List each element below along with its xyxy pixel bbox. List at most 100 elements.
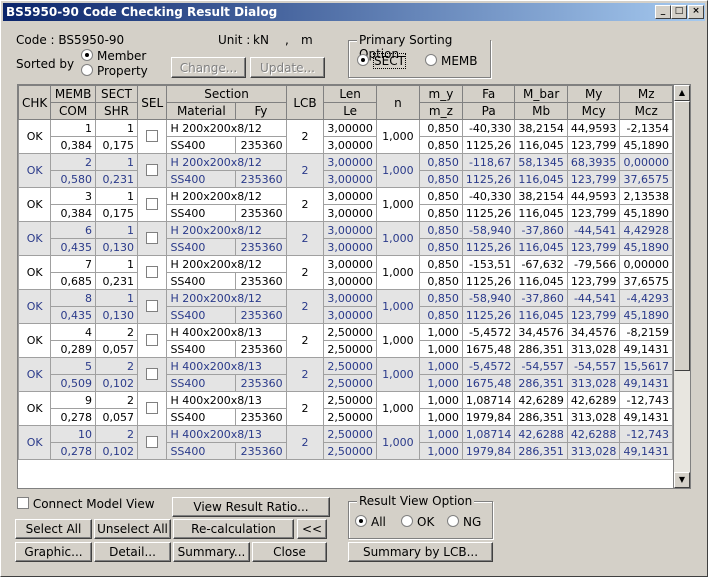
select-checkbox[interactable]: [146, 197, 159, 210]
fa-cell: 1,08714: [461, 391, 516, 409]
col-mzv[interactable]: Mz: [619, 85, 673, 103]
sort-sect-radio[interactable]: SECT: [357, 53, 406, 69]
col-mbar[interactable]: M_bar: [514, 85, 568, 103]
close-window-button[interactable]: ×: [688, 5, 704, 19]
sort-memb-radio[interactable]: MEMB: [425, 54, 478, 68]
shr-cell: 0,231: [94, 272, 139, 290]
view-all-radio[interactable]: All: [355, 515, 386, 529]
select-checkbox[interactable]: [146, 129, 159, 142]
col-shr[interactable]: SHR: [94, 102, 139, 120]
collapse-button[interactable]: <<: [297, 519, 327, 539]
table-row[interactable]: OK 9 2 H 400x200x8/13 2 2,50000 1,000 1,000 1,08…: [18, 391, 673, 426]
update-button[interactable]: Update...: [250, 57, 325, 78]
col-pa[interactable]: Pa: [461, 102, 516, 120]
col-mcy[interactable]: Mcy: [566, 102, 621, 120]
sort-property-radio[interactable]: Property: [81, 64, 148, 78]
table-row-sub[interactable]: 0,278 0,057 SS400 235360 2,50000 1,000 1979,84…: [19, 408, 673, 426]
col-myv[interactable]: My: [566, 85, 621, 103]
mz-cell: 1,000: [418, 374, 463, 392]
scroll-thumb[interactable]: [674, 101, 690, 371]
check-status: OK: [18, 221, 52, 256]
table-row-sub[interactable]: 0,289 0,057 SS400 235360 2,50000 1,000 1675,48…: [19, 340, 673, 358]
le-cell: 2,50000: [323, 340, 377, 358]
maximize-button[interactable]: □: [671, 5, 687, 19]
col-lcb[interactable]: LCB: [285, 85, 325, 120]
table-row-sub[interactable]: 0,435 0,130 SS400 235360 3,00000 0,850 1125,26…: [19, 238, 673, 256]
mz-cell: 0,850: [418, 170, 463, 188]
select-checkbox[interactable]: [146, 299, 159, 312]
col-len[interactable]: Len: [323, 85, 377, 103]
select-checkbox[interactable]: [146, 231, 159, 244]
select-checkbox[interactable]: [146, 333, 159, 346]
col-section[interactable]: Section: [166, 85, 287, 103]
summary-button[interactable]: Summary...: [173, 542, 250, 562]
col-fy[interactable]: Fy: [235, 102, 287, 120]
view-ng-radio[interactable]: NG: [447, 515, 481, 529]
col-my[interactable]: m_y: [418, 85, 463, 103]
detail-button[interactable]: Detail...: [94, 542, 171, 562]
table-row[interactable]: OK 8 1 H 200x200x8/12 2 3,00000 1,000 0,850 -58,…: [18, 289, 673, 324]
table-row-sub[interactable]: 0,685 0,231 SS400 235360 3,00000 0,850 1125,26…: [19, 272, 673, 290]
sort-member-radio[interactable]: Member: [81, 49, 146, 63]
view-ok-radio[interactable]: OK: [401, 515, 434, 529]
col-mz[interactable]: m_z: [418, 102, 463, 120]
radio-dot-icon: [447, 515, 459, 527]
col-n[interactable]: n: [375, 85, 420, 120]
close-button[interactable]: Close: [252, 542, 327, 562]
table-row[interactable]: OK 4 2 H 400x200x8/13 2 2,50000 1,000 1,000 -5,4…: [18, 323, 673, 358]
col-material[interactable]: Material: [166, 102, 237, 120]
unselect-all-button[interactable]: Unselect All: [94, 519, 171, 539]
table-row-sub[interactable]: 0,384 0,175 SS400 235360 3,00000 0,850 1125,26…: [19, 136, 673, 154]
select-all-button[interactable]: Select All: [15, 519, 92, 539]
table-row[interactable]: OK 5 2 H 400x200x8/13 2 2,50000 1,000 1,000 -5,4…: [18, 357, 673, 392]
n-cell: 1,000: [375, 357, 420, 392]
scroll-down-icon[interactable]: ▼: [674, 472, 690, 488]
select-checkbox[interactable]: [146, 367, 159, 380]
header-row-2: COM SHR Material Fy Le m_z Pa Mb Mcy Mcz: [19, 102, 673, 120]
view-result-ratio-button[interactable]: View Result Ratio...: [172, 497, 330, 517]
table-row[interactable]: OK 3 1 H 200x200x8/12 2 3,00000 1,000 0,850 -40,…: [18, 187, 673, 222]
table-row-sub[interactable]: 0,509 0,102 SS400 235360 2,50000 1,000 1675,48…: [19, 374, 673, 392]
col-sel[interactable]: SEL: [137, 85, 168, 120]
select-checkbox[interactable]: [146, 435, 159, 448]
mb-cell: 286,351: [514, 442, 568, 460]
table-row-sub[interactable]: 0,435 0,130 SS400 235360 3,00000 0,850 1125,26…: [19, 306, 673, 324]
col-mb[interactable]: Mb: [514, 102, 568, 120]
change-button[interactable]: Change...: [171, 57, 246, 78]
col-mcz[interactable]: Mcz: [619, 102, 673, 120]
col-com[interactable]: COM: [50, 102, 96, 120]
col-le[interactable]: Le: [323, 102, 377, 120]
table-row[interactable]: OK 6 1 H 200x200x8/12 2 3,00000 1,000 0,850 -58,…: [18, 221, 673, 256]
title-bar[interactable]: BS5950-90 Code Checking Result Dialog _ …: [3, 3, 705, 21]
select-checkbox[interactable]: [146, 265, 159, 278]
table-row-sub[interactable]: 0,384 0,175 SS400 235360 3,00000 0,850 1125,26…: [19, 204, 673, 222]
table-row[interactable]: OK 1 1 H 200x200x8/12 2 3,00000 1,000 0,850 -40,…: [18, 119, 673, 154]
mbar-cell: 34,4576: [514, 323, 568, 341]
sort-member-label: Member: [97, 49, 147, 63]
col-chk[interactable]: CHK: [18, 85, 52, 120]
table-row-sub[interactable]: 0,580 0,231 SS400 235360 3,00000 0,850 1125,26…: [19, 170, 673, 188]
vertical-scrollbar[interactable]: ▲ ▼: [673, 84, 691, 489]
result-grid[interactable]: CHK MEMB SECT SEL Section LCB Len n m_y …: [17, 84, 674, 489]
material-cell: SS400: [166, 306, 237, 324]
col-sect[interactable]: SECT: [94, 85, 139, 103]
radio-dot-icon: [401, 515, 413, 527]
table-row[interactable]: OK 7 1 H 200x200x8/12 2 3,00000 1,000 0,850 -153…: [18, 255, 673, 290]
fa-cell: -153,51: [461, 255, 516, 273]
col-fa[interactable]: Fa: [461, 85, 516, 103]
recalculation-button[interactable]: Re-calculation: [173, 519, 294, 539]
graphic-button[interactable]: Graphic...: [15, 542, 92, 562]
minimize-button[interactable]: _: [655, 5, 671, 19]
com-cell: 0,384: [50, 136, 96, 154]
table-row-sub[interactable]: 0,278 0,102 SS400 235360 2,50000 1,000 1979,84…: [19, 442, 673, 460]
connect-model-view-checkbox[interactable]: Connect Model View: [17, 497, 155, 511]
table-row[interactable]: OK 2 1 H 200x200x8/12 2 3,00000 1,000 0,850 -118…: [18, 153, 673, 188]
scroll-up-icon[interactable]: ▲: [674, 85, 690, 101]
table-row[interactable]: OK 10 2 H 400x200x8/13 2 2,50000 1,000 1,000 1,0…: [18, 425, 673, 460]
select-checkbox[interactable]: [146, 163, 159, 176]
section-name-cell: H 200x200x8/12: [166, 119, 287, 137]
mzv-cell: 2,13538: [619, 187, 673, 205]
col-memb[interactable]: MEMB: [50, 85, 96, 103]
select-checkbox[interactable]: [146, 401, 159, 414]
summary-by-lcb-button[interactable]: Summary by LCB...: [348, 542, 493, 562]
